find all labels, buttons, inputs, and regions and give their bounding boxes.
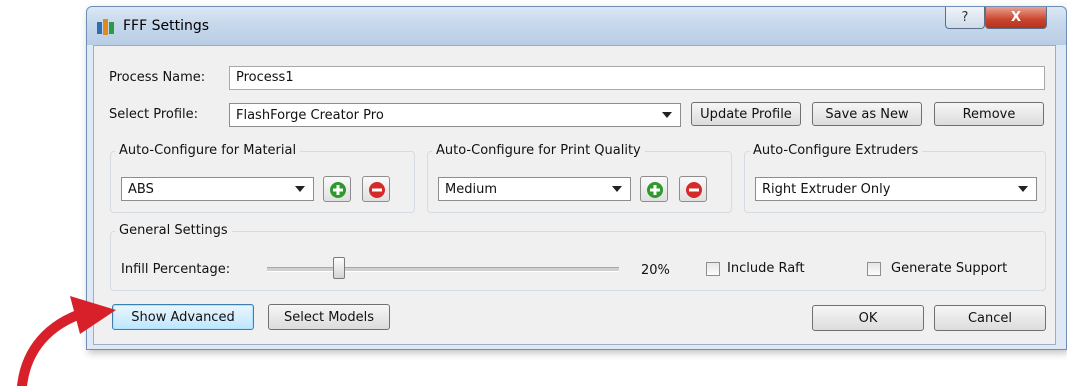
generate-support-checkbox[interactable] — [867, 262, 881, 276]
chevron-down-icon — [1018, 186, 1028, 192]
close-button[interactable]: X — [985, 7, 1047, 29]
minus-icon — [686, 182, 702, 198]
infill-slider-track[interactable] — [267, 267, 619, 272]
update-profile-button[interactable]: Update Profile — [691, 102, 801, 126]
print-quality-selected: Medium — [445, 182, 497, 197]
close-icon: X — [1010, 10, 1022, 25]
save-as-new-button[interactable]: Save as New — [812, 102, 922, 126]
print-quality-dropdown[interactable]: Medium — [438, 177, 631, 201]
annotation-arrow-icon — [17, 296, 116, 386]
cancel-button[interactable]: Cancel — [934, 305, 1046, 331]
profile-selected: FlashForge Creator Pro — [236, 108, 384, 123]
include-raft-checkbox[interactable] — [706, 262, 720, 276]
print-quality-group: Auto-Configure for Print Quality Medium — [427, 143, 732, 213]
select-models-button[interactable]: Select Models — [268, 304, 390, 330]
extruders-group-title: Auto-Configure Extruders — [749, 143, 923, 158]
process-name-label: Process Name: — [109, 70, 206, 85]
infill-slider-thumb[interactable] — [333, 257, 346, 279]
extruders-selected: Right Extruder Only — [762, 182, 891, 197]
remove-button[interactable]: Remove — [934, 102, 1044, 126]
general-settings-group: General Settings Infill Percentage: 20% … — [110, 223, 1046, 291]
material-dropdown[interactable]: ABS — [121, 177, 314, 201]
title-bar[interactable]: FFF Settings ? X — [87, 7, 1066, 45]
chevron-down-icon — [295, 186, 305, 192]
infill-percentage-label: Infill Percentage: — [121, 262, 231, 277]
include-raft-label: Include Raft — [727, 261, 805, 276]
help-button[interactable]: ? — [945, 7, 985, 29]
chevron-down-icon — [662, 112, 672, 118]
profile-dropdown[interactable]: FlashForge Creator Pro — [229, 103, 681, 127]
minus-icon — [369, 182, 385, 198]
process-name-input[interactable]: Process1 — [229, 66, 1045, 90]
dialog-body: Process Name: Process1 Select Profile: F… — [93, 45, 1056, 345]
window-title: FFF Settings — [123, 18, 210, 34]
generate-support-label: Generate Support — [891, 261, 1008, 276]
general-settings-title: General Settings — [115, 223, 232, 238]
material-group: Auto-Configure for Material ABS — [110, 143, 415, 213]
infill-percentage-value: 20% — [641, 263, 670, 278]
show-advanced-button[interactable]: Show Advanced — [112, 304, 254, 330]
fff-settings-window: FFF Settings ? X Process Name: Process1 … — [86, 6, 1067, 350]
plus-icon — [330, 182, 346, 198]
remove-quality-button[interactable] — [679, 176, 707, 202]
process-name-value: Process1 — [236, 70, 294, 85]
help-icon: ? — [961, 10, 969, 25]
app-icon — [97, 19, 114, 35]
print-quality-group-title: Auto-Configure for Print Quality — [432, 143, 645, 158]
remove-material-button[interactable] — [362, 176, 390, 202]
material-group-title: Auto-Configure for Material — [115, 143, 301, 158]
add-quality-button[interactable] — [640, 176, 668, 202]
plus-icon — [647, 182, 663, 198]
select-profile-label: Select Profile: — [109, 107, 199, 122]
ok-button[interactable]: OK — [812, 305, 924, 331]
extruders-dropdown[interactable]: Right Extruder Only — [755, 177, 1037, 201]
chevron-down-icon — [612, 186, 622, 192]
extruders-group: Auto-Configure Extruders Right Extruder … — [744, 143, 1046, 213]
add-material-button[interactable] — [323, 176, 351, 202]
material-selected: ABS — [128, 182, 154, 197]
